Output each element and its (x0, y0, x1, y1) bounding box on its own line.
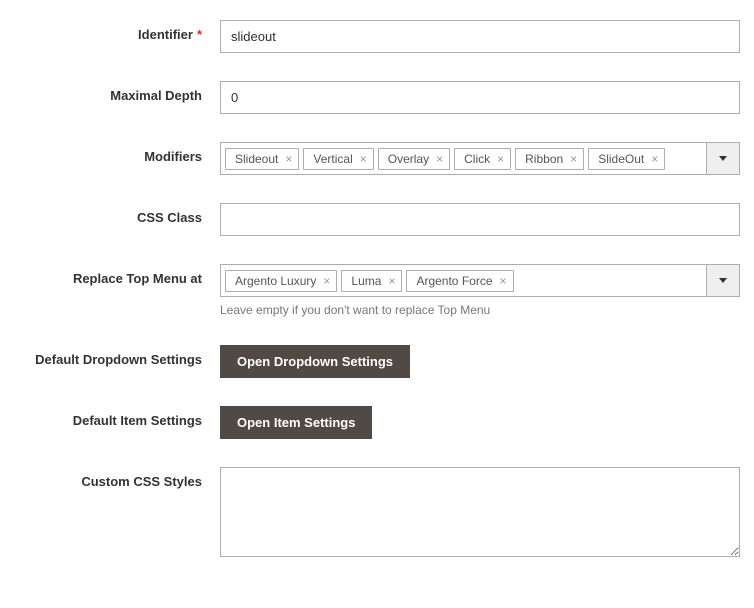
replace-top-menu-tag: Argento Luxury × (225, 270, 337, 292)
modifier-tag: Ribbon × (515, 148, 584, 170)
default-item-label: Default Item Settings (10, 406, 220, 439)
required-asterisk: * (197, 27, 202, 42)
open-dropdown-settings-button[interactable]: Open Dropdown Settings (220, 345, 410, 378)
tag-label: Slideout (235, 152, 278, 166)
modifier-tag: Click × (454, 148, 511, 170)
modifiers-multiselect[interactable]: Slideout×Vertical×Overlay×Click×Ribbon×S… (220, 142, 707, 175)
custom-css-label: Custom CSS Styles (10, 467, 220, 560)
tag-remove-icon[interactable]: × (285, 153, 292, 165)
tag-label: Ribbon (525, 152, 563, 166)
tag-remove-icon[interactable]: × (500, 275, 507, 287)
tag-label: Argento Force (416, 274, 492, 288)
maximal-depth-label: Maximal Depth (10, 81, 220, 114)
css-class-label: CSS Class (10, 203, 220, 236)
tag-remove-icon[interactable]: × (323, 275, 330, 287)
replace-top-menu-tag: Luma × (341, 270, 402, 292)
tag-remove-icon[interactable]: × (388, 275, 395, 287)
tag-remove-icon[interactable]: × (436, 153, 443, 165)
tag-remove-icon[interactable]: × (360, 153, 367, 165)
tag-label: Argento Luxury (235, 274, 316, 288)
custom-css-textarea[interactable] (220, 467, 740, 557)
replace-top-menu-hint: Leave empty if you don't want to replace… (220, 303, 740, 317)
identifier-label: Identifier* (10, 20, 220, 53)
tag-remove-icon[interactable]: × (651, 153, 658, 165)
chevron-down-icon (719, 156, 727, 161)
replace-top-menu-label: Replace Top Menu at (10, 264, 220, 317)
default-dropdown-label: Default Dropdown Settings (10, 345, 220, 378)
modifiers-dropdown-toggle[interactable] (707, 142, 740, 175)
tag-label: Click (464, 152, 490, 166)
modifier-tag: SlideOut × (588, 148, 665, 170)
tag-remove-icon[interactable]: × (570, 153, 577, 165)
replace-top-menu-multiselect[interactable]: Argento Luxury × Luma × Argento Force × (220, 264, 707, 297)
modifier-tag: Vertical × (303, 148, 373, 170)
identifier-input[interactable] (220, 20, 740, 53)
modifier-tag: Overlay × (378, 148, 450, 170)
replace-top-menu-tag: Argento Force × (406, 270, 513, 292)
maximal-depth-input[interactable] (220, 81, 740, 114)
open-item-settings-button[interactable]: Open Item Settings (220, 406, 372, 439)
css-class-input[interactable] (220, 203, 740, 236)
chevron-down-icon (719, 278, 727, 283)
tag-label: Overlay (388, 152, 429, 166)
modifier-tag: Slideout × (225, 148, 299, 170)
modifiers-label: Modifiers (10, 142, 220, 175)
tag-label: SlideOut (598, 152, 644, 166)
tag-label: Luma (351, 274, 381, 288)
tag-label: Vertical (313, 152, 352, 166)
tag-remove-icon[interactable]: × (497, 153, 504, 165)
replace-top-menu-dropdown-toggle[interactable] (707, 264, 740, 297)
